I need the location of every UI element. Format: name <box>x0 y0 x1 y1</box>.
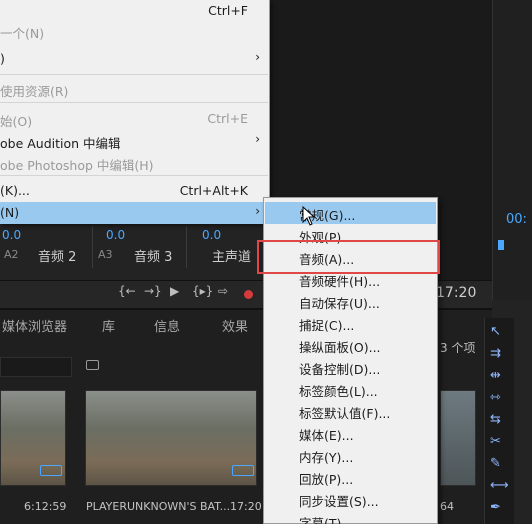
menu-item-preferences[interactable]: (N) › <box>0 202 268 224</box>
menu-item-label: 标签颜色(L)... <box>299 384 378 399</box>
channel-label: 主声道 <box>212 250 252 265</box>
menu-item-shortcut: Ctrl+Alt+K <box>179 183 248 198</box>
folder-icon[interactable] <box>86 360 99 370</box>
channel-label: 音频 3 <box>134 250 173 265</box>
divider <box>92 226 93 268</box>
menu-item-label: (K)... <box>0 183 30 198</box>
mixer-value: 0.0 <box>2 228 22 242</box>
rolling-edit-tool-icon[interactable]: ⇿ <box>490 390 501 405</box>
selection-tool-icon[interactable]: ↖ <box>490 324 501 339</box>
menu-item-label: 同步设置(S)... <box>299 494 379 509</box>
menu-item-label: 内存(Y)... <box>299 450 354 465</box>
menu-item-general[interactable]: 常规(G)... <box>265 202 436 224</box>
play-icon[interactable]: ▶ <box>170 284 179 298</box>
menu-item-label: 始(O) <box>0 114 33 129</box>
menu-item-keyboard-shortcuts[interactable]: (K)... Ctrl+Alt+K <box>0 180 268 202</box>
chevron-right-icon: › <box>255 204 260 218</box>
edit-menu: Ctrl+F 一个(N) ) › 使用资源(R) 始(O) Ctrl+E obe… <box>0 0 270 224</box>
menu-item-label: (N) <box>0 205 20 220</box>
items-count: 3 个项 <box>440 341 476 355</box>
ripple-edit-tool-icon[interactable]: ⇹ <box>490 368 501 383</box>
slide-tool-icon[interactable]: ⟷ <box>490 478 509 493</box>
menu-item-edit-original[interactable]: 始(O) Ctrl+E <box>0 108 268 130</box>
menu-item-media[interactable]: 媒体(E)... <box>265 422 436 444</box>
menu-separator <box>0 175 268 176</box>
menu-item-device-control[interactable]: 设备控制(D)... <box>265 356 436 378</box>
channel-id: A3 <box>98 248 113 261</box>
menu-item-label: 媒体(E)... <box>299 428 354 443</box>
menu-item-label-colors[interactable]: 标签颜色(L)... <box>265 378 436 400</box>
menu-item-label: 操纵面板(O)... <box>299 340 381 355</box>
menu-item-captions[interactable]: 字幕(T)... <box>265 510 436 524</box>
track-select-tool-icon[interactable]: ⇉ <box>490 346 501 361</box>
mixer-value: 0.0 <box>202 228 222 242</box>
menu-separator <box>0 74 268 75</box>
clip-duration: 64 <box>440 500 454 513</box>
clip-duration: 6:12:59 <box>24 500 67 513</box>
mixer-value: 0.0 <box>106 228 126 242</box>
mark-in-icon[interactable]: {← <box>118 284 136 298</box>
menu-item-shortcut: Ctrl+F <box>208 3 248 18</box>
clip-duration: 17:20 <box>230 500 262 513</box>
menu-item-find-next[interactable]: 一个(N) <box>0 20 268 42</box>
menu-item-label: obe Audition 中编辑 <box>0 136 121 151</box>
menu-item-memory[interactable]: 内存(Y)... <box>265 444 436 466</box>
annotation-highlight-box <box>257 240 440 274</box>
clip-thumbnail[interactable] <box>440 390 476 486</box>
record-icon[interactable] <box>244 290 253 299</box>
menu-separator <box>0 102 268 103</box>
tab-media-browser[interactable]: 媒体浏览器 <box>2 316 67 335</box>
playhead-marker[interactable] <box>498 240 504 250</box>
menu-item-edit-in-photoshop[interactable]: obe Photoshop 中编辑(H) <box>0 152 268 174</box>
mouse-cursor-icon <box>302 206 316 226</box>
menu-item-label: 字幕(T)... <box>299 516 354 524</box>
channel-label: 音频 2 <box>38 250 77 265</box>
razor-tool-icon[interactable]: ✂ <box>490 434 501 449</box>
export-frame-icon[interactable]: ⇨ <box>218 284 228 298</box>
chevron-right-icon: › <box>255 50 260 64</box>
menu-item-shortcut: Ctrl+E <box>207 111 248 126</box>
channel-id: A2 <box>4 248 19 261</box>
menu-item-label: ) <box>0 51 5 66</box>
timeline-timecode: 00: <box>506 212 527 227</box>
menu-item-capture[interactable]: 捕捉(C)... <box>265 312 436 334</box>
video-clip-icon <box>40 465 62 476</box>
video-clip-icon <box>232 465 254 476</box>
menu-item-label: 一个(N) <box>0 26 45 41</box>
menu-item-label: obe Photoshop 中编辑(H) <box>0 158 154 173</box>
menu-item-find[interactable]: Ctrl+F <box>0 0 268 22</box>
menu-item-edit-in-audition[interactable]: obe Audition 中编辑 › <box>0 130 268 152</box>
tab-libraries[interactable]: 库 <box>102 316 115 335</box>
timeline-panel <box>492 0 532 300</box>
menu-item-auto-save[interactable]: 自动保存(U)... <box>265 290 436 312</box>
clip-name: PLAYERUNKNOWN'S BAT... <box>86 500 231 513</box>
menu-item-label: 标签默认值(F)... <box>299 406 391 421</box>
menu-item-sync-settings[interactable]: 同步设置(S)... <box>265 488 436 510</box>
pen-tool-icon[interactable]: ✒ <box>490 500 501 515</box>
menu-item-control-surface[interactable]: 操纵面板(O)... <box>265 334 436 356</box>
chevron-right-icon: › <box>255 132 260 146</box>
menu-item-label: 使用资源(R) <box>0 84 69 99</box>
menu-item-label-defaults[interactable]: 标签默认值(F)... <box>265 400 436 422</box>
menu-item-label: 自动保存(U)... <box>299 296 380 311</box>
project-search-input[interactable] <box>0 357 72 377</box>
menu-item-remove-unused[interactable]: 使用资源(R) <box>0 78 268 100</box>
divider <box>186 226 187 268</box>
menu-item-submenu[interactable]: ) › <box>0 48 268 70</box>
menu-item-label: 回放(P)... <box>299 472 354 487</box>
program-timecode: 17:20 <box>436 285 477 301</box>
menu-item-label: 设备控制(D)... <box>299 362 381 377</box>
menu-item-playback[interactable]: 回放(P)... <box>265 466 436 488</box>
mark-out-icon[interactable]: →} <box>144 284 162 298</box>
tab-info[interactable]: 信息 <box>154 316 180 335</box>
slip-tool-icon[interactable]: ✎ <box>490 456 501 471</box>
rate-stretch-tool-icon[interactable]: ⇆ <box>490 412 501 427</box>
tab-effects[interactable]: 效果 <box>222 316 248 335</box>
menu-item-label: 捕捉(C)... <box>299 318 355 333</box>
play-in-to-out-icon[interactable]: {▸} <box>192 284 213 298</box>
